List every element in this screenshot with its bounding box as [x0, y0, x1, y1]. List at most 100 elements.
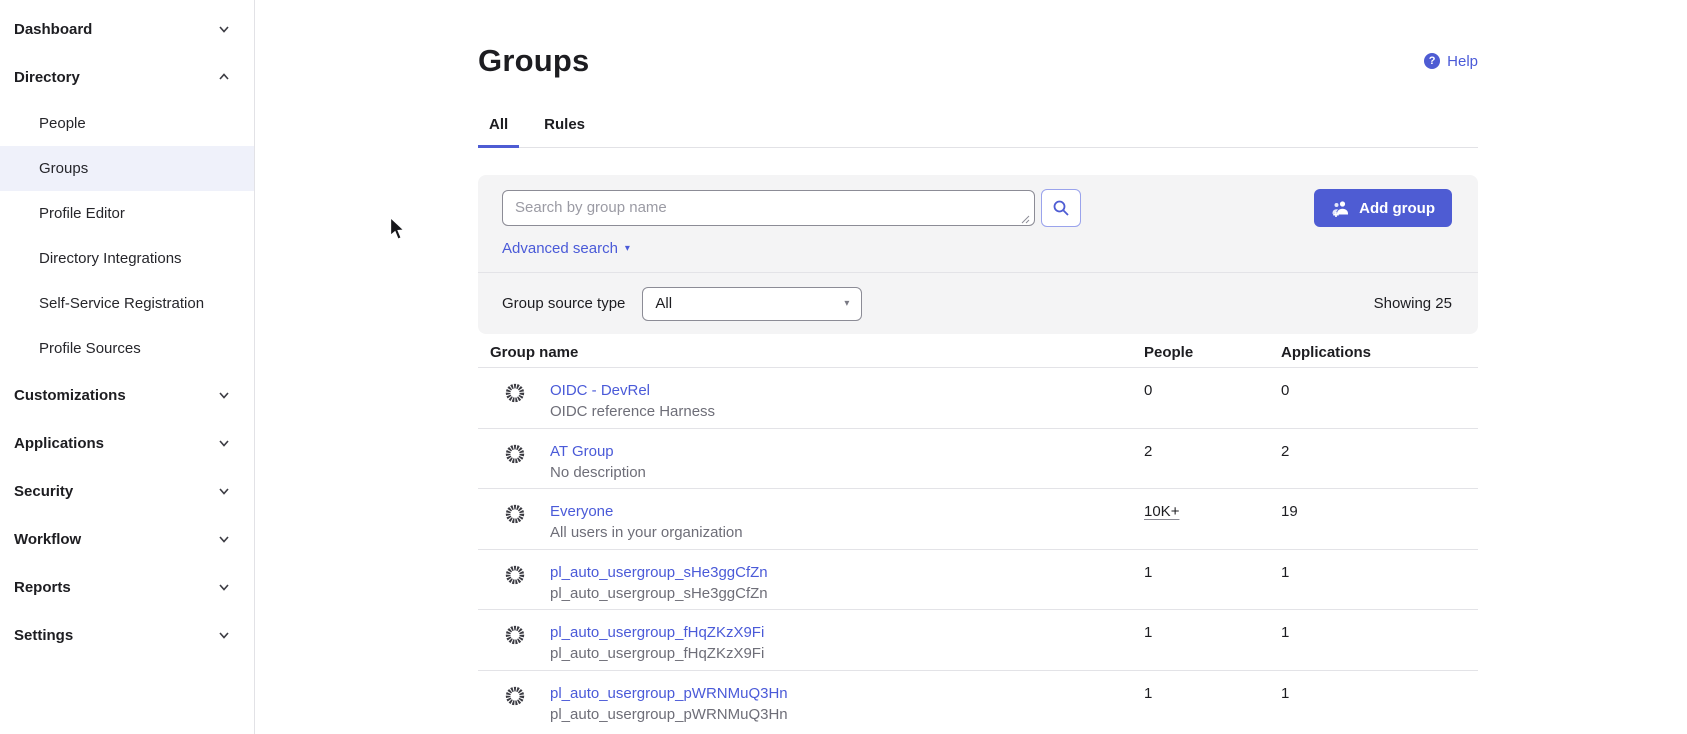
- table-header: Group name People Applications: [478, 334, 1478, 367]
- group-description: pl_auto_usergroup_pWRNMuQ3Hn: [550, 705, 788, 725]
- group-icon: [504, 564, 526, 586]
- table-row: AT Group No description 2 2: [478, 428, 1478, 489]
- group-icon: [504, 382, 526, 404]
- sidebar-item-label: Settings: [14, 627, 73, 644]
- sidebar-item-security[interactable]: Security: [0, 467, 254, 515]
- group-name-link[interactable]: pl_auto_usergroup_sHe3ggCfZn: [550, 563, 768, 583]
- sidebar-item-label: Directory: [14, 69, 80, 86]
- sidebar-item-self-service-registration[interactable]: Self-Service Registration: [0, 281, 254, 326]
- chevron-up-icon: [217, 70, 231, 84]
- sidebar-item-profile-sources[interactable]: Profile Sources: [0, 326, 254, 371]
- add-group-label: Add group: [1359, 200, 1435, 217]
- caret-down-icon: ▾: [844, 299, 849, 309]
- people-count[interactable]: 10K+: [1144, 503, 1179, 520]
- page-title: Groups: [478, 43, 589, 79]
- group-icon: [504, 443, 526, 465]
- sidebar-item-label: Profile Sources: [39, 340, 141, 357]
- search-icon: [1052, 199, 1070, 217]
- sidebar-item-label: Profile Editor: [39, 205, 125, 222]
- sidebar-item-groups[interactable]: Groups: [0, 146, 254, 191]
- people-count: 1: [1144, 550, 1281, 610]
- tab-bar: All Rules: [478, 116, 1478, 148]
- caret-down-icon: ▾: [625, 244, 630, 254]
- tab-rules[interactable]: Rules: [533, 116, 596, 147]
- people-count: 2: [1144, 429, 1281, 489]
- sidebar-item-label: Workflow: [14, 531, 81, 548]
- sidebar: Dashboard Directory People Groups Profil…: [0, 0, 255, 734]
- table-row: pl_auto_usergroup_fHqZKzX9Fi pl_auto_use…: [478, 609, 1478, 670]
- applications-count: 1: [1281, 610, 1478, 670]
- group-name-link[interactable]: pl_auto_usergroup_fHqZKzX9Fi: [550, 623, 764, 643]
- group-name-link[interactable]: pl_auto_usergroup_pWRNMuQ3Hn: [550, 684, 788, 704]
- group-description: OIDC reference Harness: [550, 402, 715, 422]
- question-mark-icon: ?: [1424, 53, 1440, 69]
- chevron-down-icon: [217, 22, 231, 36]
- chevron-down-icon: [217, 580, 231, 594]
- chevron-down-icon: [217, 388, 231, 402]
- search-button[interactable]: [1041, 189, 1081, 227]
- applications-count: 19: [1281, 489, 1478, 549]
- sidebar-item-label: Groups: [39, 160, 88, 177]
- group-name-link[interactable]: OIDC - DevRel: [550, 381, 715, 401]
- add-group-button[interactable]: Add group: [1314, 189, 1452, 227]
- sidebar-item-settings[interactable]: Settings: [0, 611, 254, 659]
- table-row: pl_auto_usergroup_pWRNMuQ3Hn pl_auto_use…: [478, 670, 1478, 731]
- search-field-wrap: [502, 189, 1035, 230]
- sidebar-item-workflow[interactable]: Workflow: [0, 515, 254, 563]
- table-row: OIDC - DevRel OIDC reference Harness 0 0: [478, 367, 1478, 428]
- sidebar-item-label: Customizations: [14, 387, 126, 404]
- group-name-link[interactable]: AT Group: [550, 442, 646, 462]
- group-name-link[interactable]: Everyone: [550, 502, 743, 522]
- person-add-icon: [1331, 200, 1350, 217]
- sidebar-item-applications[interactable]: Applications: [0, 419, 254, 467]
- sidebar-item-directory[interactable]: Directory: [0, 53, 254, 101]
- chevron-down-icon: [217, 436, 231, 450]
- sidebar-item-label: Applications: [14, 435, 104, 452]
- column-header-applications: Applications: [1281, 344, 1478, 361]
- group-icon: [504, 624, 526, 646]
- page-header: Groups ? Help: [478, 42, 1478, 80]
- group-icon: [504, 685, 526, 707]
- column-header-group-name: Group name: [478, 344, 1144, 361]
- chevron-down-icon: [217, 532, 231, 546]
- sidebar-item-label: Security: [14, 483, 73, 500]
- sidebar-item-label: Self-Service Registration: [39, 295, 204, 312]
- group-icon: [504, 503, 526, 525]
- people-count: 1: [1144, 671, 1281, 731]
- main-area: Groups ? Help All Rules: [256, 0, 1687, 734]
- group-description: pl_auto_usergroup_fHqZKzX9Fi: [550, 644, 764, 664]
- group-source-type-value: All: [655, 295, 672, 312]
- filter-panel: Add group Advanced search ▾ Group source…: [478, 175, 1478, 334]
- groups-table: Group name People Applications OIDC - De…: [478, 334, 1478, 730]
- applications-count: 2: [1281, 429, 1478, 489]
- help-link[interactable]: ? Help: [1424, 53, 1478, 70]
- help-label: Help: [1447, 53, 1478, 70]
- sidebar-item-label: Directory Integrations: [39, 250, 182, 267]
- table-row: pl_auto_usergroup_sHe3ggCfZn pl_auto_use…: [478, 549, 1478, 610]
- chevron-down-icon: [217, 628, 231, 642]
- group-description: No description: [550, 463, 646, 483]
- advanced-search-label: Advanced search: [502, 240, 618, 257]
- advanced-search-link[interactable]: Advanced search ▾: [502, 240, 630, 272]
- sidebar-item-people[interactable]: People: [0, 101, 254, 146]
- showing-count: Showing 25: [1374, 295, 1452, 312]
- column-header-people: People: [1144, 344, 1281, 361]
- applications-count: 1: [1281, 550, 1478, 610]
- applications-count: 0: [1281, 368, 1478, 428]
- sidebar-item-reports[interactable]: Reports: [0, 563, 254, 611]
- applications-count: 1: [1281, 671, 1478, 731]
- chevron-down-icon: [217, 484, 231, 498]
- sidebar-item-profile-editor[interactable]: Profile Editor: [0, 191, 254, 236]
- sidebar-item-dashboard[interactable]: Dashboard: [0, 5, 254, 53]
- search-input[interactable]: [502, 190, 1035, 226]
- group-description: pl_auto_usergroup_sHe3ggCfZn: [550, 584, 768, 604]
- sidebar-item-customizations[interactable]: Customizations: [0, 371, 254, 419]
- sidebar-item-directory-integrations[interactable]: Directory Integrations: [0, 236, 254, 281]
- people-count: 1: [1144, 610, 1281, 670]
- table-row: Everyone All users in your organization …: [478, 488, 1478, 549]
- sidebar-item-label: Dashboard: [14, 21, 92, 38]
- group-description: All users in your organization: [550, 523, 743, 543]
- group-source-type-select[interactable]: All ▾: [642, 287, 862, 321]
- sidebar-item-label: Reports: [14, 579, 71, 596]
- tab-all[interactable]: All: [478, 116, 519, 147]
